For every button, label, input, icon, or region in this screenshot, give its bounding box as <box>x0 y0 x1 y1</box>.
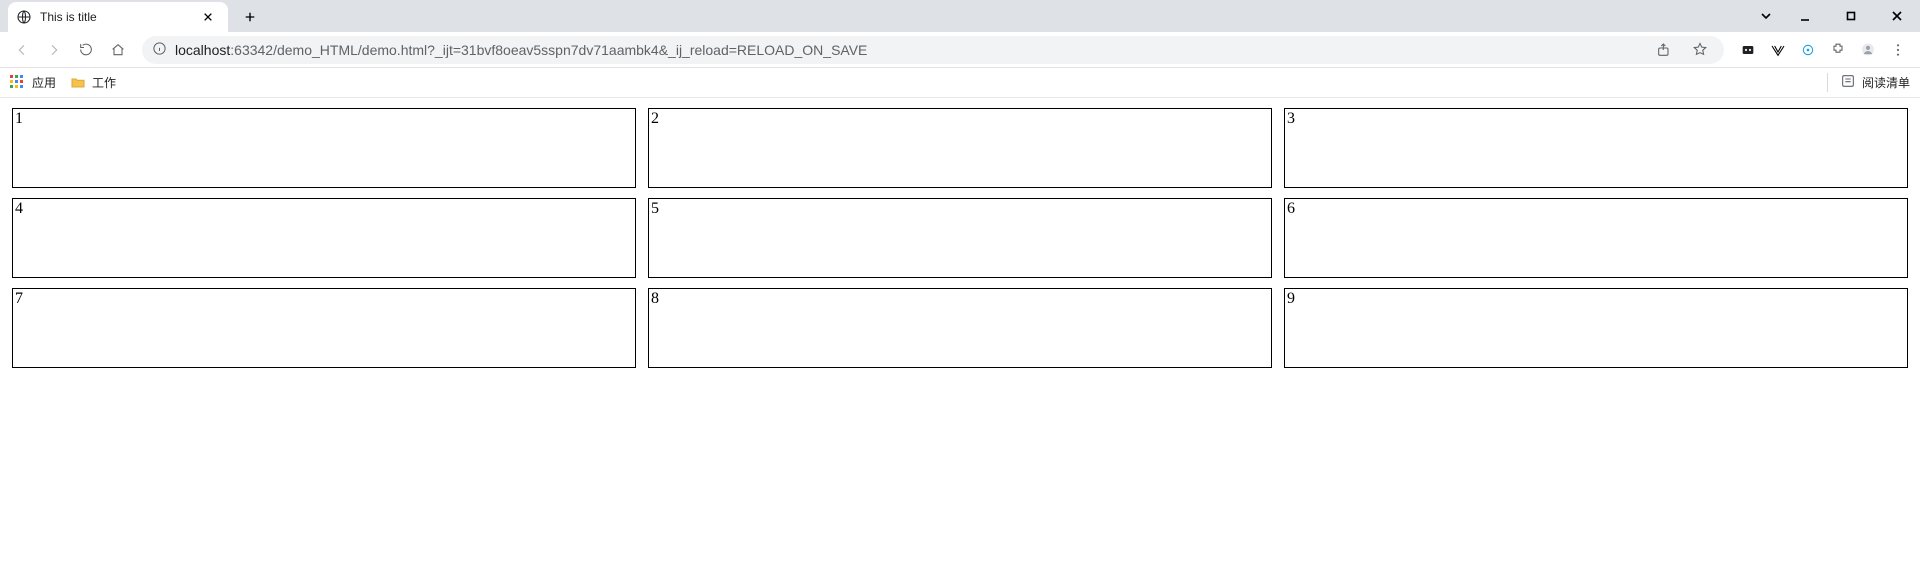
site-info-icon[interactable] <box>152 41 167 59</box>
grid-cell: 9 <box>1284 288 1908 368</box>
reading-list-label: 阅读清单 <box>1862 74 1910 91</box>
address-bar[interactable]: localhost:63342/demo_HTML/demo.html?_ijt… <box>142 36 1724 64</box>
reading-list-button[interactable]: 阅读清单 <box>1827 73 1910 92</box>
share-button[interactable] <box>1650 36 1678 64</box>
extension-icon-1[interactable] <box>1734 36 1762 64</box>
extensions-button[interactable] <box>1824 36 1852 64</box>
back-button[interactable] <box>8 36 36 64</box>
page-viewport: 1 2 3 4 5 6 7 8 9 <box>0 98 1920 378</box>
forward-button[interactable] <box>40 36 68 64</box>
globe-icon <box>16 9 32 25</box>
new-tab-button[interactable] <box>238 5 262 29</box>
window-maximize-button[interactable] <box>1828 0 1874 32</box>
extension-icon-3[interactable] <box>1794 36 1822 64</box>
url-port: :63342 <box>230 42 273 58</box>
reading-list-icon <box>1840 73 1856 92</box>
grid-cell: 7 <box>12 288 636 368</box>
folder-icon <box>70 75 86 91</box>
grid-cell: 3 <box>1284 108 1908 188</box>
bookmark-star-button[interactable] <box>1686 36 1714 64</box>
url-host: localhost <box>175 42 230 58</box>
apps-grid-icon <box>10 75 26 91</box>
window-controls <box>1750 0 1920 32</box>
reload-button[interactable] <box>72 36 100 64</box>
grid-cell: 2 <box>648 108 1272 188</box>
bookmarks-bar: 应用 工作 阅读清单 <box>0 68 1920 98</box>
browser-tab[interactable]: This is title <box>8 2 228 32</box>
grid-cell: 8 <box>648 288 1272 368</box>
bookmark-folder-label: 工作 <box>92 74 116 91</box>
url-path: /demo_HTML/demo.html?_ijt=31bvf8oeav5ssp… <box>273 42 867 58</box>
demo-grid: 1 2 3 4 5 6 7 8 9 <box>12 108 1908 368</box>
apps-shortcut[interactable]: 应用 <box>10 74 56 91</box>
extension-icon-2[interactable] <box>1764 36 1792 64</box>
tab-close-button[interactable] <box>196 5 220 29</box>
grid-cell: 4 <box>12 198 636 278</box>
apps-label: 应用 <box>32 74 56 91</box>
toolbar-right-icons <box>1734 36 1912 64</box>
grid-cell: 6 <box>1284 198 1908 278</box>
bookmark-folder-work[interactable]: 工作 <box>70 74 116 91</box>
window-close-button[interactable] <box>1874 0 1920 32</box>
tab-title: This is title <box>40 10 188 24</box>
profile-button[interactable] <box>1854 36 1882 64</box>
grid-cell: 1 <box>12 108 636 188</box>
tab-search-button[interactable] <box>1750 0 1782 32</box>
window-minimize-button[interactable] <box>1782 0 1828 32</box>
tab-strip: This is title <box>0 0 1920 32</box>
grid-cell: 5 <box>648 198 1272 278</box>
url-text: localhost:63342/demo_HTML/demo.html?_ijt… <box>175 42 1642 58</box>
browser-toolbar: localhost:63342/demo_HTML/demo.html?_ijt… <box>0 32 1920 68</box>
menu-button[interactable] <box>1884 36 1912 64</box>
home-button[interactable] <box>104 36 132 64</box>
